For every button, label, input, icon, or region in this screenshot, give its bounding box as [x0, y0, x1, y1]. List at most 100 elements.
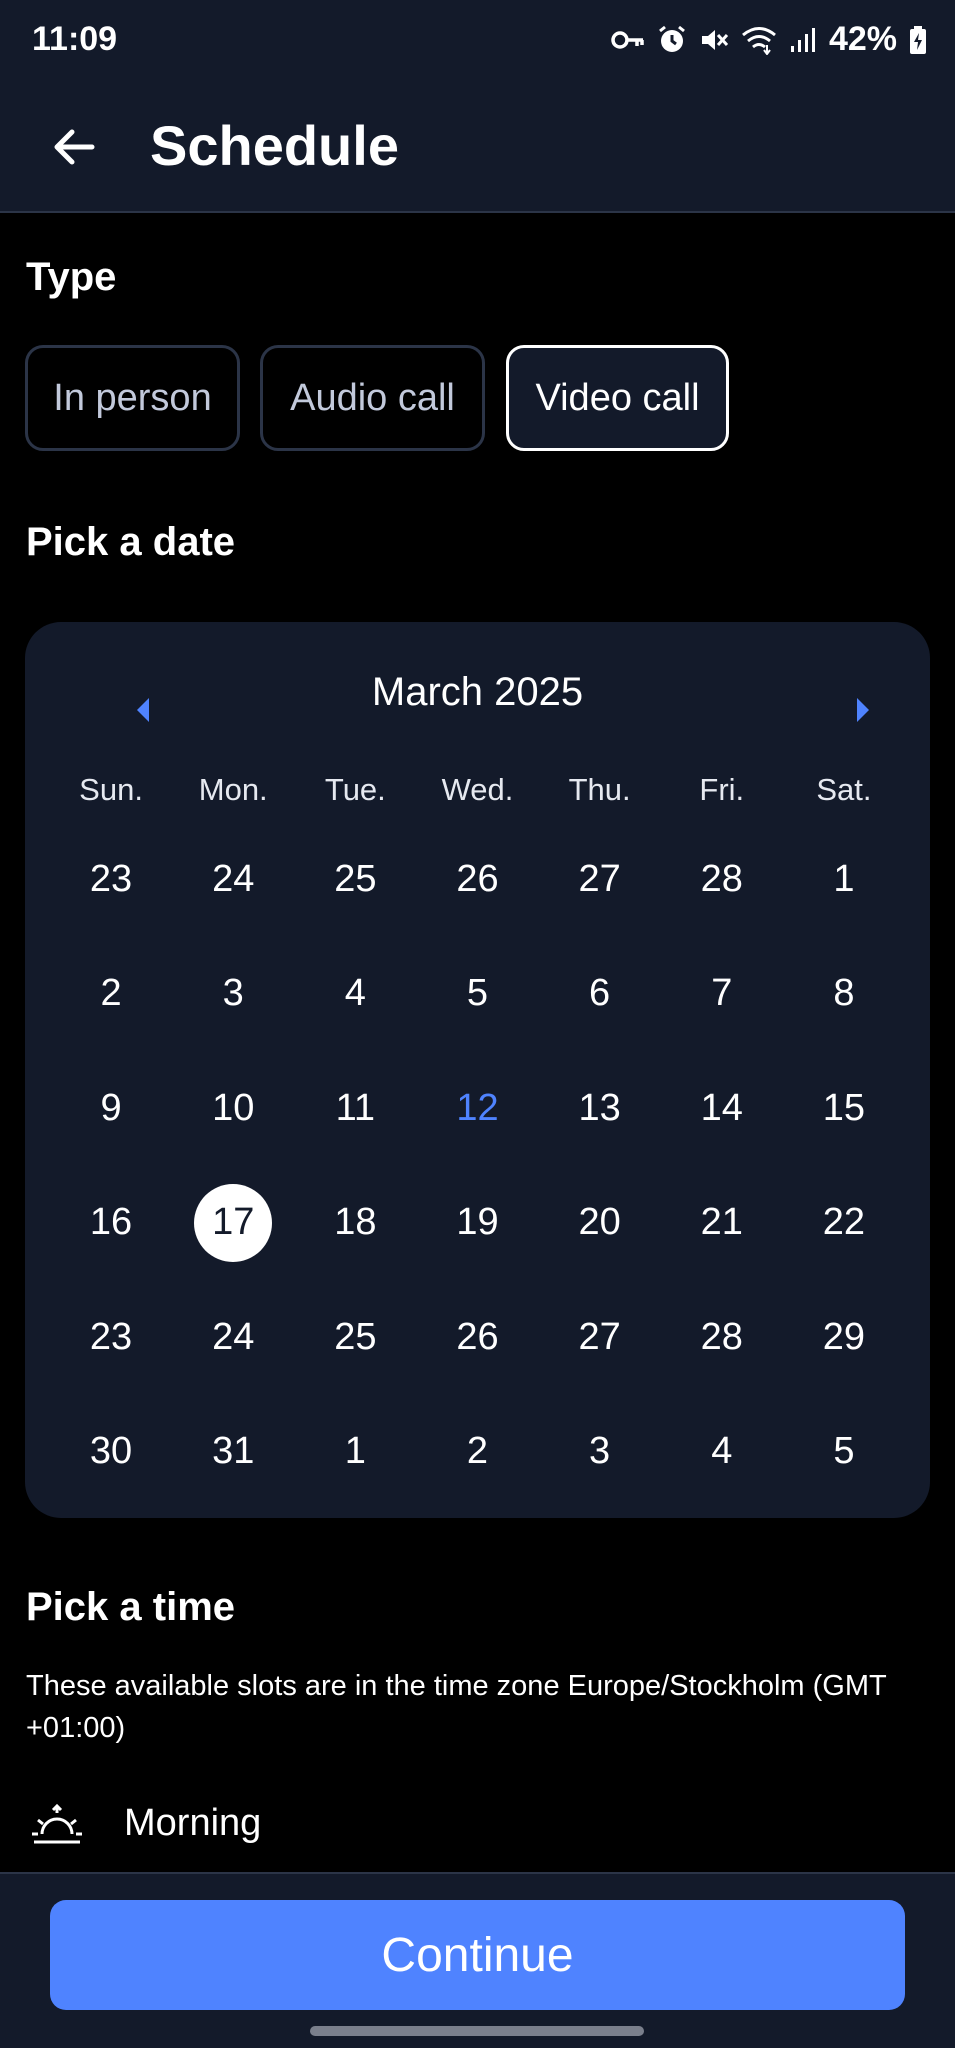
calendar-day[interactable]: 22 [783, 1166, 905, 1281]
calendar-day-number: 16 [89, 1201, 133, 1244]
status-time: 11:09 [32, 20, 118, 58]
calendar-day[interactable]: 11 [294, 1051, 416, 1166]
calendar-day-number: 11 [335, 1086, 376, 1129]
next-month-button[interactable] [833, 680, 893, 740]
calendar-day[interactable]: 26 [416, 1280, 538, 1395]
calendar-day-number: 3 [222, 972, 244, 1015]
calendar-day-number: 5 [833, 1430, 855, 1473]
calendar-day[interactable]: 31 [172, 1395, 294, 1510]
calendar-day[interactable]: 23 [50, 822, 172, 937]
weekday-label: Tue. [324, 772, 386, 807]
calendar-day[interactable]: 20 [539, 1166, 661, 1281]
calendar-day[interactable]: 4 [661, 1395, 783, 1510]
calendar-day-number: 21 [700, 1201, 743, 1244]
calendar-day[interactable]: 27 [539, 822, 661, 937]
back-button[interactable] [42, 115, 106, 179]
alarm-icon [659, 25, 685, 52]
home-indicator[interactable] [310, 2026, 644, 2036]
calendar-day[interactable]: 3 [172, 937, 294, 1052]
calendar-day[interactable]: 2 [50, 937, 172, 1052]
calendar-day-number: 15 [822, 1086, 866, 1129]
calendar-day[interactable]: 13 [539, 1051, 661, 1166]
calendar-day[interactable]: 25 [294, 1280, 416, 1395]
calendar-day[interactable]: 24 [172, 1280, 294, 1395]
calendar-day[interactable]: 1 [783, 822, 905, 937]
calendar-day-number: 30 [89, 1430, 133, 1473]
calendar-day[interactable]: 18 [294, 1166, 416, 1281]
calendar-day[interactable]: 8 [783, 937, 905, 1052]
calendar-day[interactable]: 26 [416, 822, 538, 937]
weekday-label: Thu. [568, 772, 631, 807]
calendar-day[interactable]: 17 [172, 1166, 294, 1281]
calendar-day-number: 4 [344, 972, 366, 1015]
calendar-day-number: 23 [89, 857, 133, 900]
calendar-day-number: 23 [89, 1315, 133, 1358]
calendar-month-label: March 2025 [371, 670, 584, 714]
calendar-day-number: 2 [466, 1430, 489, 1473]
calendar-day-number: 19 [456, 1201, 499, 1244]
page-title: Schedule [150, 114, 399, 177]
status-bar: 11:09 42% [0, 0, 955, 85]
calendar-day-number: 27 [578, 1315, 621, 1358]
calendar-day-number: 29 [822, 1315, 866, 1358]
status-icons: 42% [611, 20, 927, 59]
calendar-day[interactable]: 6 [539, 937, 661, 1052]
calendar-day-number: 17 [194, 1183, 273, 1262]
calendar-day[interactable]: 15 [783, 1051, 905, 1166]
calendar-day[interactable]: 19 [416, 1166, 538, 1281]
bottom-action-bar: Continue [0, 1872, 955, 2048]
time-period-label: Morning [124, 1801, 262, 1844]
calendar-day-number: 14 [700, 1086, 743, 1129]
type-chip-audio-call[interactable]: Audio call [260, 345, 485, 451]
calendar-day[interactable]: 27 [539, 1280, 661, 1395]
calendar-day-grid: 23 24 25 26 27 28 1 2 3 4 5 6 7 8 9 10 11 12 13 14 15 16 17 18 1… [25, 822, 930, 1509]
calendar-day-number: 25 [334, 857, 377, 900]
calendar-day[interactable]: 28 [661, 1280, 783, 1395]
calendar-day-number: 10 [212, 1086, 255, 1129]
vpn-key-icon [611, 30, 644, 49]
calendar-day-number: 8 [833, 972, 855, 1015]
calendar-day[interactable]: 5 [783, 1395, 905, 1510]
calendar-day-number: 27 [578, 857, 621, 900]
calendar-day-number: 13 [578, 1086, 621, 1129]
wifi-icon [741, 26, 776, 55]
weekday-label: Fri. [699, 772, 745, 807]
calendar-day-number: 24 [212, 857, 255, 900]
calendar-day[interactable]: 29 [783, 1280, 905, 1395]
calendar-day-number: 4 [711, 1430, 733, 1473]
calendar-day[interactable]: 23 [50, 1280, 172, 1395]
calendar-day[interactable]: 4 [294, 937, 416, 1052]
calendar-day-number: 24 [212, 1315, 255, 1358]
calendar-day-number: 1 [833, 857, 855, 900]
calendar-day[interactable]: 30 [50, 1395, 172, 1510]
calendar-day[interactable]: 10 [172, 1051, 294, 1166]
calendar-day[interactable]: 28 [661, 822, 783, 937]
calendar-day[interactable]: 3 [539, 1395, 661, 1510]
calendar-day[interactable]: 2 [416, 1395, 538, 1510]
sunrise-icon [32, 1803, 82, 1844]
calendar-day[interactable]: 21 [661, 1166, 783, 1281]
calendar-day[interactable]: 1 [294, 1395, 416, 1510]
app-bar: Schedule [0, 85, 955, 213]
weekday-label: Wed. [441, 772, 514, 807]
calendar-day[interactable]: 25 [294, 822, 416, 937]
calendar-day[interactable]: 12 [416, 1051, 538, 1166]
continue-button[interactable]: Continue [50, 1900, 905, 2010]
type-chip-video-call[interactable]: Video call [506, 345, 729, 451]
back-arrow-icon [54, 129, 95, 165]
weekday-header-row: Sun. Mon. Tue. Wed. Thu. Fri. Sat. [25, 772, 930, 808]
calendar-day[interactable]: 5 [416, 937, 538, 1052]
calendar-day[interactable]: 16 [50, 1166, 172, 1281]
type-section-title: Type [26, 255, 117, 299]
timezone-description: These available slots are in the time zo… [26, 1670, 887, 1744]
calendar-day-number: 2 [100, 972, 122, 1015]
calendar-day[interactable]: 7 [661, 937, 783, 1052]
calendar-day-number: 1 [344, 1430, 366, 1473]
battery-icon [910, 25, 926, 54]
calendar-day-number: 7 [711, 972, 733, 1015]
calendar-day[interactable]: 14 [661, 1051, 783, 1166]
calendar-day[interactable]: 24 [172, 822, 294, 937]
calendar-day[interactable]: 9 [50, 1051, 172, 1166]
type-chip-in-person[interactable]: In person [25, 345, 240, 451]
calendar-day-number: 6 [589, 972, 611, 1015]
